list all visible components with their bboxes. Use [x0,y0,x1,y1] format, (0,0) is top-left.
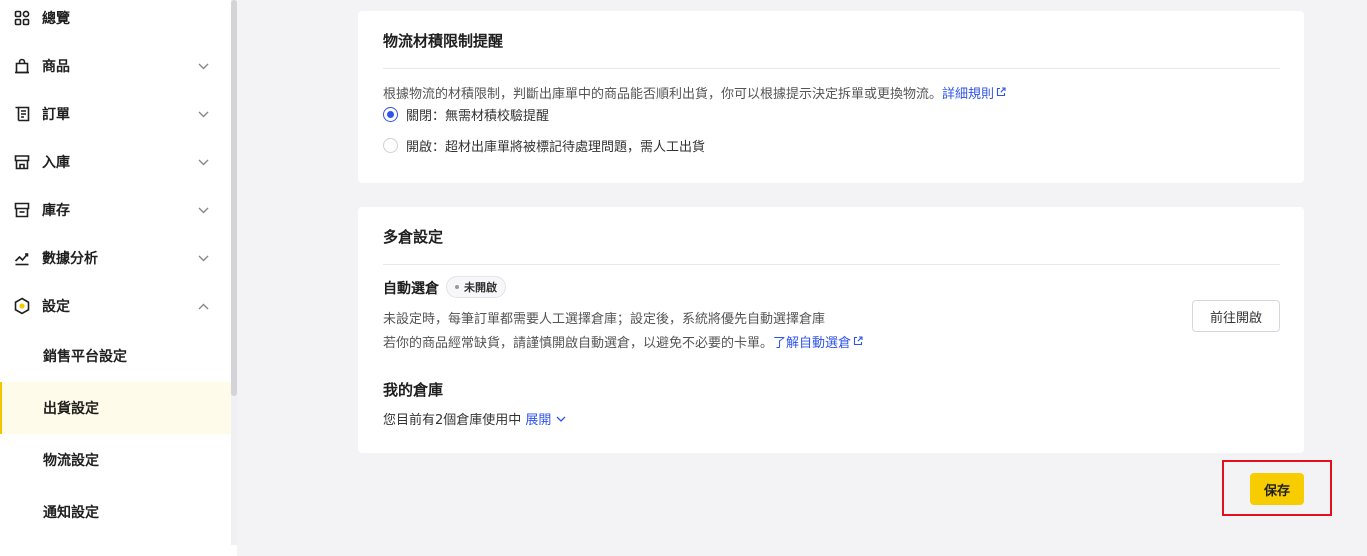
inbound-store-icon [13,153,31,171]
sidebar-item-orders[interactable]: 訂單 [0,90,231,138]
auto-select-title: 自動選倉 [383,281,439,297]
sidebar-item-label: 數據分析 [42,251,98,267]
go-enable-button[interactable]: 前往開啟 [1192,300,1280,332]
sidebar-subitem-label: 物流設定 [43,453,99,469]
card-title: 物流材積限制提醒 [383,32,504,50]
chevron-down-icon [197,204,209,216]
sidebar-subitem-label: 銷售平台設定 [43,349,127,365]
sidebar-item-label: 庫存 [42,203,70,219]
sidebar-item-label: 訂單 [42,107,70,123]
sidebar-subitem-shipping[interactable]: 出貨設定 [0,382,231,434]
multi-warehouse-card: 多倉設定 自動選倉 未開啟 未設定時，每筆訂單都需要人工選擇倉庫；設定後，系統將… [358,207,1304,453]
divider [383,68,1280,69]
sidebar-item-analytics[interactable]: 數據分析 [0,234,231,282]
logistics-description: 根據物流的材積限制，判斷出庫單中的商品能否順利出貨，你可以根據提示決定拆單或更換… [383,83,1006,102]
chevron-up-icon [197,300,209,312]
sidebar-subitem-sales-platform[interactable]: 銷售平台設定 [0,330,231,382]
chevron-down-icon [197,108,209,120]
analytics-chart-icon [13,249,31,267]
radio-button-checked[interactable] [383,107,398,122]
divider [383,264,1280,265]
expand-link[interactable]: 展開 [525,413,566,428]
auto-select-description-2: 若你的商品經常缺貨，請謹慎開啟自動選倉，以避免不必要的卡單。了解自動選倉 [383,332,863,351]
sidebar-item-overview[interactable]: 總覽 [0,0,231,42]
sidebar-item-inventory[interactable]: 庫存 [0,186,231,234]
sidebar-subitem-label: 出貨設定 [43,401,99,417]
inventory-icon [13,201,31,219]
order-icon [13,105,31,123]
learn-link-label: 了解自動選倉 [773,336,852,351]
expand-label: 展開 [525,413,552,428]
logistics-volume-card: 物流材積限制提醒 根據物流的材積限制，判斷出庫單中的商品能否順利出貨，你可以根據… [358,11,1304,183]
radio-button[interactable] [383,138,398,153]
rules-link[interactable]: 詳細規則 [942,87,1006,102]
warehouse-count-text: 您目前有2個倉庫使用中 [383,413,522,428]
product-bag-icon [13,57,31,75]
sidebar-subitem-logistics[interactable]: 物流設定 [0,434,231,486]
sidebar-item-products[interactable]: 商品 [0,42,231,90]
description-text: 根據物流的材積限制，判斷出庫單中的商品能否順利出貨，你可以根據提示決定拆單或更換… [383,87,943,102]
radio-label: 關閉：無需材積校驗提醒 [406,109,550,124]
description-text: 若你的商品經常缺貨，請謹慎開啟自動選倉，以避免不必要的卡單。 [383,336,774,351]
sidebar-item-label: 設定 [42,299,70,315]
rules-link-label: 詳細規則 [942,87,995,102]
card-title: 多倉設定 [383,228,444,246]
sidebar-item-label: 總覽 [42,11,70,27]
save-button[interactable]: 保存 [1250,473,1304,505]
my-warehouses-title: 我的倉庫 [383,381,444,399]
sidebar-subitem-label: 通知設定 [43,505,99,521]
status-dot-icon [455,285,459,289]
chevron-down-icon [197,156,209,168]
auto-select-description-1: 未設定時，每筆訂單都需要人工選擇倉庫；設定後，系統將優先自動選擇倉庫 [383,312,826,327]
sidebar-item-label: 入庫 [42,155,70,171]
sidebar-item-settings[interactable]: 設定 [0,282,231,330]
my-warehouses-info: 您目前有2個倉庫使用中 展開 [383,409,566,428]
status-badge-label: 未開啟 [464,281,497,294]
radio-label: 開啟：超材出庫單將被標記待處理問題，需人工出貨 [406,140,706,155]
sidebar-item-inbound[interactable]: 入庫 [0,138,231,186]
settings-hexagon-icon [13,297,31,315]
external-link-icon [853,336,863,346]
chevron-down-icon [197,60,209,72]
sidebar-subitem-notifications[interactable]: 通知設定 [0,486,231,538]
chevron-down-icon [556,416,566,422]
overview-icon [13,9,31,27]
status-badge: 未開啟 [446,276,506,298]
radio-option-off[interactable]: 關閉：無需材積校驗提醒 [383,105,549,124]
sidebar-scrollbar[interactable] [231,0,237,396]
sidebar: 總覽 商品 訂單 入庫 庫存 數據分析 設定 銷售平台設定 出貨設定 物流設定 … [0,0,237,556]
chevron-down-icon [197,252,209,264]
learn-auto-select-link[interactable]: 了解自動選倉 [773,336,863,351]
sidebar-item-label: 商品 [42,59,70,75]
external-link-icon [996,87,1006,97]
radio-option-on[interactable]: 開啟：超材出庫單將被標記待處理問題，需人工出貨 [383,136,705,155]
